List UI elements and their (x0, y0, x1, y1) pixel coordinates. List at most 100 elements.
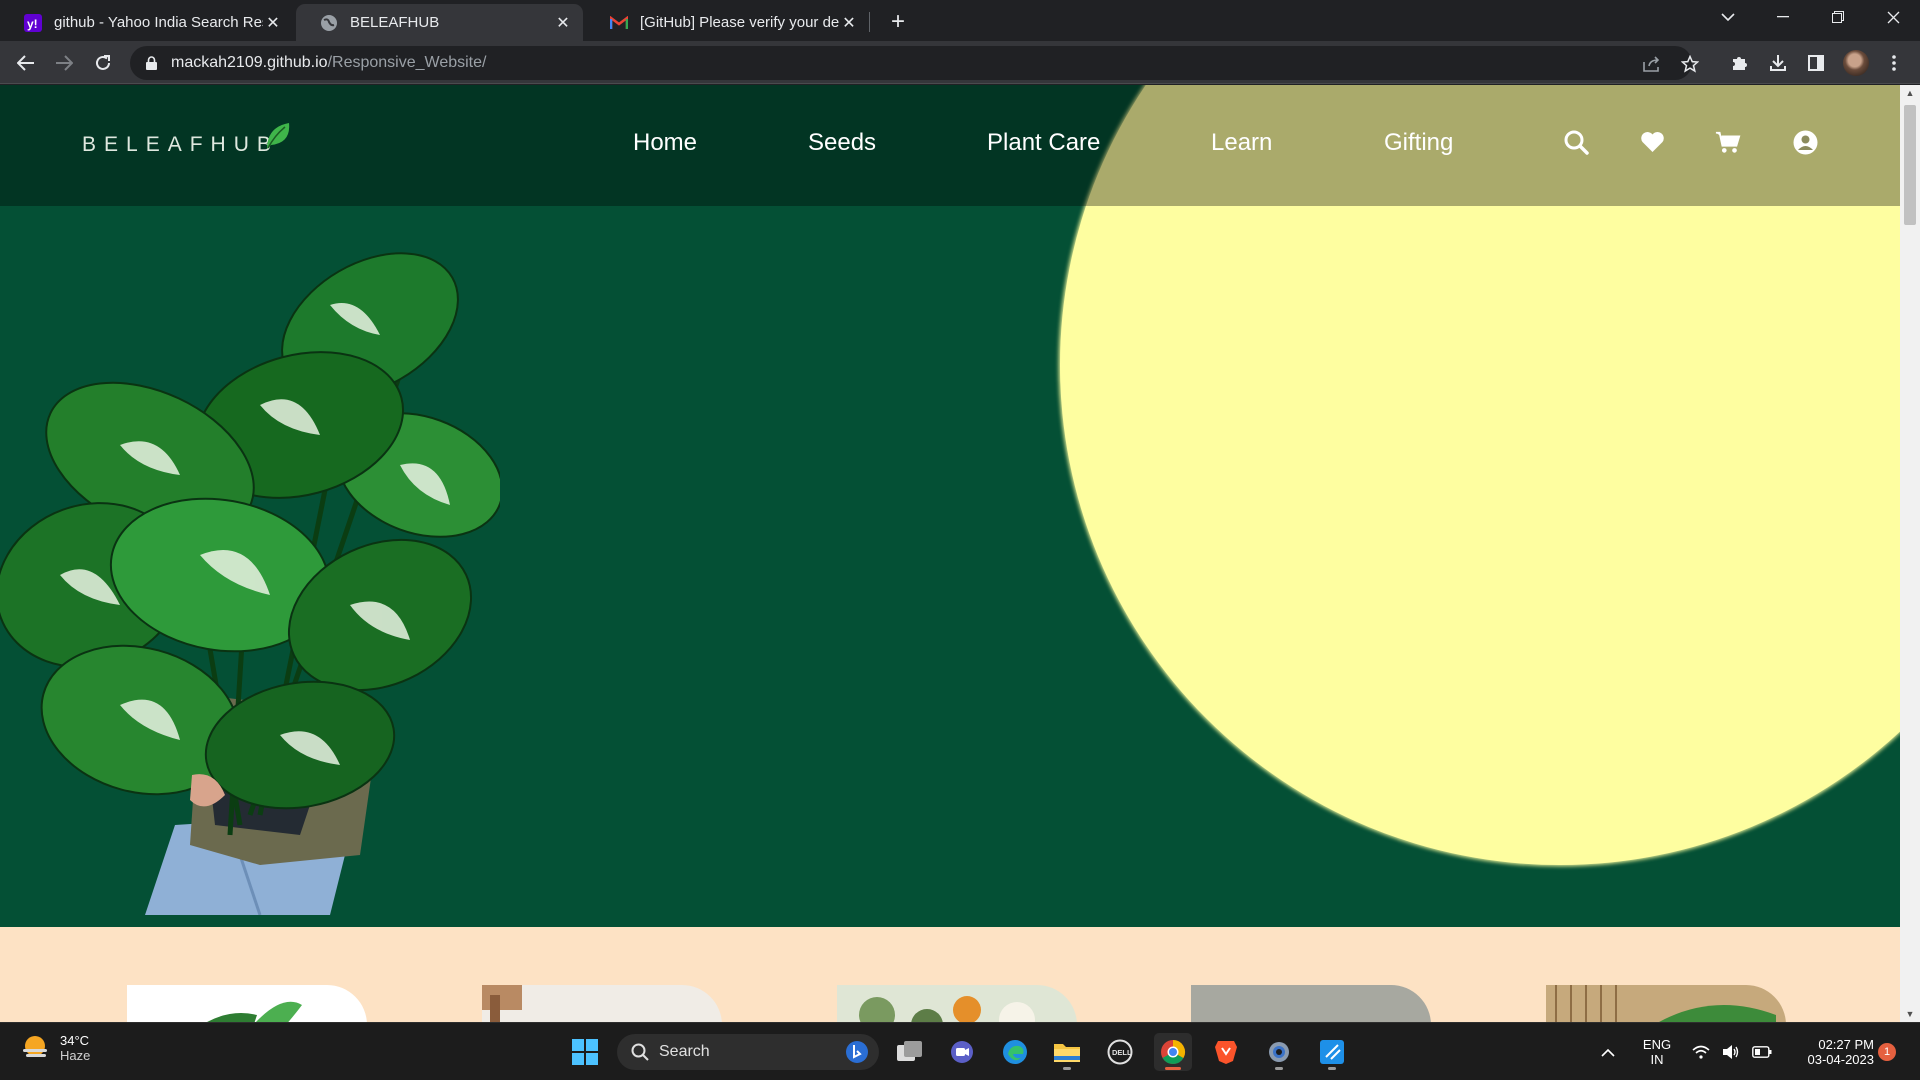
nav-gifting[interactable]: Gifting (1384, 129, 1453, 157)
scroll-down-arrow[interactable]: ▼ (1900, 1006, 1920, 1022)
edge-button[interactable] (996, 1033, 1034, 1071)
tab-search-button[interactable] (1700, 0, 1756, 34)
tab-title: BELEAFHUB (350, 14, 440, 31)
chrome-icon (1161, 1040, 1186, 1065)
tab-title: [GitHub] Please verify your devic (640, 14, 839, 31)
file-explorer-button[interactable] (1048, 1033, 1086, 1071)
weather-condition: Haze (60, 1048, 91, 1063)
code-editor-icon (1320, 1040, 1344, 1064)
settings-button[interactable] (1260, 1033, 1298, 1071)
product-card[interactable] (1546, 985, 1786, 1022)
close-tab-icon[interactable]: ✕ (839, 13, 859, 33)
gear-icon (1269, 1042, 1289, 1062)
hero-plant-image (0, 252, 500, 915)
task-view-button[interactable] (891, 1033, 929, 1071)
weather-temp: 34°C (60, 1033, 90, 1048)
dell-button[interactable]: DELL (1101, 1033, 1139, 1071)
leaf-logo-icon (266, 123, 290, 149)
brave-button[interactable] (1207, 1033, 1245, 1071)
share-icon[interactable] (1643, 55, 1661, 73)
cart-icon[interactable] (1715, 129, 1741, 155)
side-panel-icon (1808, 55, 1824, 71)
edge-icon (1003, 1040, 1027, 1064)
show-hidden-icons-button[interactable] (1601, 1023, 1615, 1080)
download-icon (1770, 55, 1786, 71)
battery-icon (1752, 1046, 1772, 1058)
arrow-left-icon (17, 55, 34, 71)
logo-text: BELEAFHUB (82, 133, 279, 156)
chevron-down-icon (1721, 12, 1735, 21)
close-tab-icon[interactable]: ✕ (553, 13, 573, 33)
yahoo-icon: y! (24, 13, 42, 32)
gmail-icon (610, 14, 628, 32)
lock-icon[interactable] (143, 56, 159, 70)
windows-taskbar: 34°C Haze Search DELL ENG IN 02:27 PM 03… (0, 1022, 1920, 1080)
task-view-icon (897, 1041, 922, 1061)
back-button[interactable] (10, 47, 42, 79)
volume-icon (1723, 1045, 1739, 1059)
globe-icon (320, 14, 338, 32)
tab-beleafhub[interactable]: BELEAFHUB ✕ (296, 4, 583, 41)
website-viewport: BELEAFHUB Home Seeds Plant Care Learn Gi… (0, 85, 1900, 1022)
product-card[interactable] (482, 985, 722, 1022)
dell-icon: DELL (1107, 1039, 1133, 1065)
language-indicator[interactable]: ENG IN (1640, 1023, 1674, 1080)
page-scrollbar[interactable]: ▲ ▼ (1900, 85, 1920, 1022)
close-window-button[interactable] (1865, 0, 1920, 34)
chrome-menu-button[interactable] (1878, 47, 1910, 79)
new-tab-button[interactable]: + (884, 8, 912, 36)
product-card[interactable] (837, 985, 1077, 1022)
chrome-button[interactable] (1154, 1033, 1192, 1071)
minimize-button[interactable] (1755, 0, 1811, 34)
user-icon[interactable] (1792, 129, 1818, 155)
extensions-button[interactable] (1724, 47, 1756, 79)
restore-button[interactable] (1810, 0, 1866, 34)
wifi-icon (1692, 1045, 1710, 1059)
chevron-up-icon (1601, 1048, 1615, 1057)
bookmark-star-icon[interactable] (1681, 55, 1699, 73)
notification-center-button[interactable]: 1 (1878, 1023, 1896, 1080)
forward-button[interactable] (48, 47, 80, 79)
vscode-button[interactable] (1313, 1033, 1351, 1071)
clock-date: 03-04-2023 (1807, 1052, 1875, 1067)
nav-seeds[interactable]: Seeds (808, 129, 876, 157)
folder-icon (1054, 1044, 1080, 1062)
haze-sun-icon (23, 1036, 47, 1057)
side-panel-button[interactable] (1800, 47, 1832, 79)
nav-home[interactable]: Home (633, 129, 697, 157)
close-tab-icon[interactable]: ✕ (263, 13, 283, 33)
profile-avatar[interactable] (1843, 50, 1869, 76)
url-path: /Responsive_Website/ (327, 54, 487, 71)
tab-yahoo-search[interactable]: y! github - Yahoo India Search Resu ✕ (0, 4, 293, 41)
heart-icon[interactable] (1639, 129, 1665, 155)
site-header: BELEAFHUB Home Seeds Plant Care Learn Gi… (0, 85, 1900, 206)
browser-toolbar: mackah2109.github.io/Responsive_Website/ (0, 41, 1920, 84)
more-vert-icon (1892, 55, 1896, 71)
brave-lion-icon (1215, 1041, 1237, 1064)
teams-chat-icon (951, 1041, 973, 1063)
clock-time: 02:27 PM (1818, 1037, 1874, 1052)
taskbar-search-label: Search (659, 1043, 710, 1060)
teams-chat-button[interactable] (943, 1033, 981, 1071)
nav-plant-care[interactable]: Plant Care (987, 129, 1100, 157)
tab-title: github - Yahoo India Search Resu (54, 14, 263, 31)
scroll-up-arrow[interactable]: ▲ (1900, 85, 1920, 101)
start-button[interactable] (566, 1033, 604, 1071)
product-card[interactable] (1191, 985, 1431, 1022)
scrollbar-thumb[interactable] (1904, 105, 1916, 225)
reload-button[interactable] (87, 47, 119, 79)
product-card[interactable] (127, 985, 367, 1022)
search-icon[interactable] (1563, 129, 1589, 155)
taskbar-search[interactable]: Search (617, 1034, 879, 1070)
downloads-button[interactable] (1762, 47, 1794, 79)
network-volume-battery[interactable] (1692, 1023, 1772, 1080)
nav-learn[interactable]: Learn (1211, 129, 1272, 157)
address-bar[interactable]: mackah2109.github.io/Responsive_Website/ (130, 46, 1699, 80)
clock[interactable]: 02:27 PM 03-04-2023 (1788, 1023, 1875, 1080)
tab-github-verify[interactable]: [GitHub] Please verify your devic ✕ (586, 4, 869, 41)
beleafhub-logo[interactable]: BELEAFHUB (82, 113, 293, 163)
bing-icon (846, 1041, 868, 1063)
weather-widget[interactable]: 34°C Haze (20, 1033, 90, 1063)
search-icon (631, 1043, 649, 1061)
language-code: ENG (1642, 1037, 1672, 1052)
